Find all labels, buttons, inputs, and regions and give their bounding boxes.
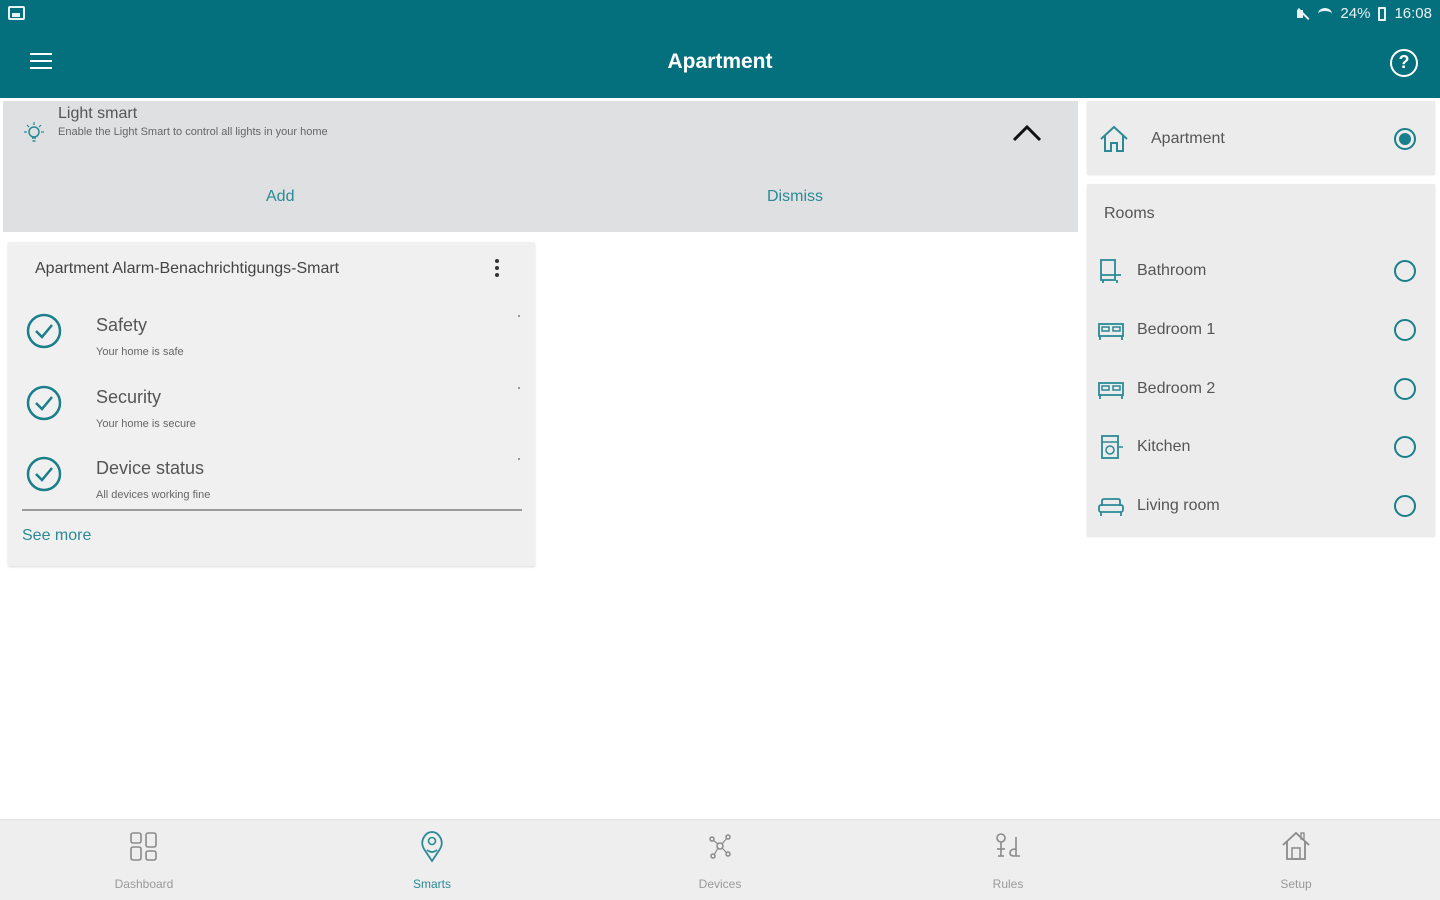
nav-label: Setup (1280, 877, 1312, 891)
status-item-subtitle: Your home is secure (96, 418, 196, 430)
room-radio-button[interactable] (1394, 495, 1416, 517)
divider-dot (518, 315, 520, 317)
home-selector[interactable]: Apartment (1087, 101, 1435, 174)
divider-dot (518, 458, 520, 460)
check-circle-icon (26, 313, 62, 349)
wifi-icon (1318, 7, 1333, 20)
room-radio-button[interactable] (1394, 436, 1416, 458)
home-label: Apartment (1151, 130, 1225, 147)
room-item-kitchen[interactable]: Kitchen (1087, 419, 1435, 477)
room-item-bedroom-1[interactable]: Bedroom 1 (1087, 302, 1435, 360)
dashboard-icon (130, 832, 157, 861)
rooms-list: Rooms Bathroom Bedroom 1 Bedroom 2 Kitch… (1087, 184, 1435, 536)
light-smart-banner: Light smart Enable the Light Smart to co… (3, 101, 1078, 232)
status-bar: 24% 16:08 (0, 0, 1440, 28)
room-label: Kitchen (1137, 438, 1191, 455)
rooms-title: Rooms (1104, 205, 1155, 222)
chevron-up-icon[interactable] (1011, 123, 1043, 143)
alarm-smart-card[interactable]: Apartment Alarm-Benachrichtigungs-Smart … (8, 242, 535, 566)
card-title: Apartment Alarm-Benachrichtigungs-Smart (35, 260, 340, 277)
smarts-icon (421, 831, 443, 863)
room-label: Living room (1137, 497, 1220, 514)
room-item-living-room[interactable]: Living room (1087, 478, 1435, 536)
card-divider (22, 509, 522, 511)
bottom-navigation: Dashboard Smarts Devices Rules Setup (0, 819, 1440, 900)
divider-dot (518, 387, 520, 389)
bathroom-icon (1100, 259, 1121, 283)
help-icon[interactable]: ? (1390, 49, 1418, 77)
nav-setup[interactable]: Setup (1152, 820, 1440, 900)
mute-icon (1296, 7, 1310, 21)
nav-label: Devices (698, 877, 742, 891)
bed-icon (1098, 382, 1124, 399)
room-radio-button[interactable] (1394, 378, 1416, 400)
page-title: Apartment (667, 50, 773, 73)
see-more-link[interactable]: See more (22, 527, 91, 545)
status-item-subtitle: Your home is safe (96, 346, 184, 358)
check-circle-icon (26, 385, 62, 421)
bed-icon (1098, 323, 1124, 340)
room-label: Bedroom 2 (1137, 380, 1216, 397)
room-label: Bedroom 1 (1137, 321, 1216, 338)
house-icon (1100, 125, 1128, 152)
status-item-subtitle: All devices working fine (96, 489, 211, 501)
nav-label: Dashboard (114, 877, 174, 891)
kitchen-icon (1101, 435, 1123, 459)
more-options-icon[interactable] (491, 259, 503, 281)
room-radio-button[interactable] (1394, 319, 1416, 341)
dismiss-button[interactable]: Dismiss (767, 188, 823, 206)
status-indicators: 24% 16:08 (1296, 5, 1432, 22)
nav-label: Smarts (412, 877, 451, 891)
room-item-bathroom[interactable]: Bathroom (1087, 243, 1435, 301)
devices-icon (709, 834, 731, 859)
clock: 16:08 (1394, 5, 1432, 22)
home-radio-button[interactable] (1394, 128, 1416, 150)
status-item-title: Device status (96, 458, 205, 478)
setup-icon (1282, 831, 1310, 860)
status-item-safety[interactable]: Safety Your home is safe (8, 310, 535, 376)
nav-devices[interactable]: Devices (576, 820, 864, 900)
app-toolbar: Apartment ? (0, 28, 1440, 98)
nav-label: Rules (992, 877, 1024, 891)
status-item-title: Safety (96, 315, 148, 335)
status-item-title: Security (96, 387, 162, 407)
status-item-security[interactable]: Security Your home is secure (8, 382, 535, 448)
room-item-bedroom-2[interactable]: Bedroom 2 (1087, 361, 1435, 419)
nav-smarts[interactable]: Smarts (288, 820, 576, 900)
check-circle-icon (26, 456, 62, 492)
nav-dashboard[interactable]: Dashboard (0, 820, 288, 900)
banner-description: Enable the Light Smart to control all li… (58, 126, 328, 138)
battery-icon (1378, 6, 1387, 21)
rules-icon (996, 833, 1020, 857)
add-button[interactable]: Add (266, 188, 294, 206)
battery-percentage: 24% (1340, 5, 1371, 22)
room-label: Bathroom (1137, 262, 1207, 279)
sofa-icon (1098, 498, 1124, 516)
gallery-notification-icon (8, 6, 25, 20)
room-radio-button[interactable] (1394, 260, 1416, 282)
banner-title: Light smart (58, 105, 138, 122)
nav-rules[interactable]: Rules (864, 820, 1152, 900)
lightbulb-icon (24, 122, 44, 142)
